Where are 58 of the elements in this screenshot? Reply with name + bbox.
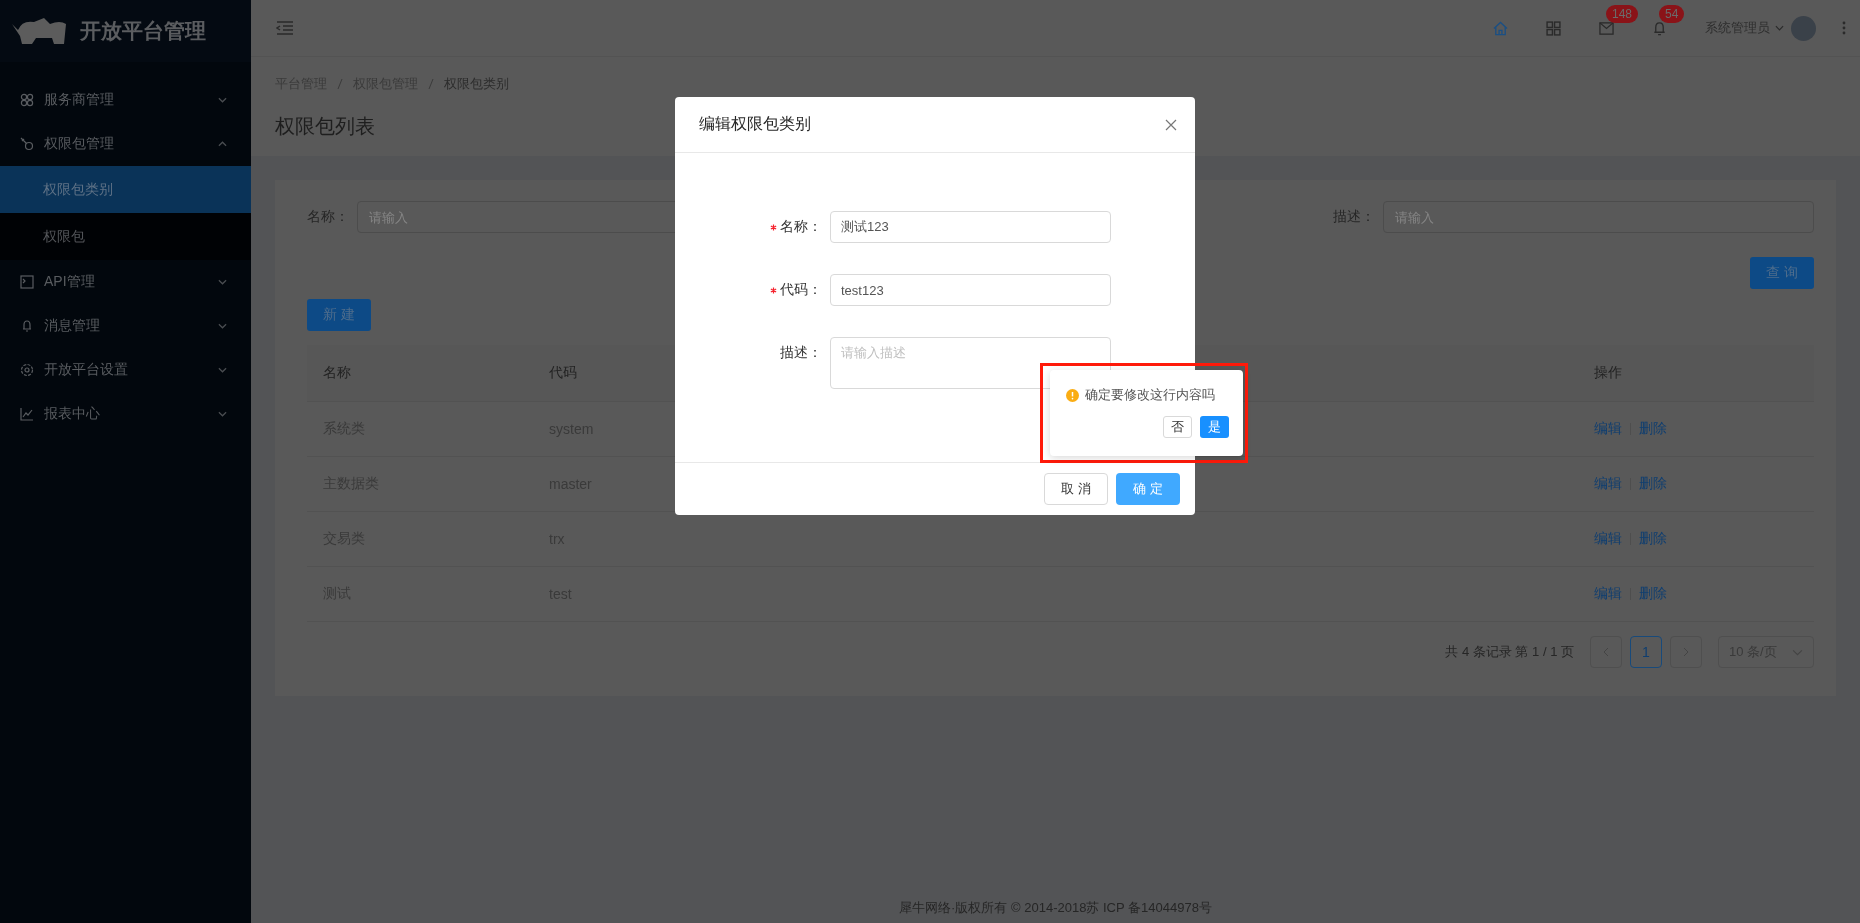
menu-item[interactable]: 权限包管理 <box>0 122 251 166</box>
menu-item[interactable]: 开放平台设置 <box>0 348 251 392</box>
rhino-logo-icon <box>10 16 68 46</box>
mail-icon[interactable] <box>1599 20 1614 36</box>
notification-badge: 54 <box>1659 4 1685 23</box>
action-link[interactable]: 编辑 <box>1594 420 1622 438</box>
menu-icon[interactable] <box>276 21 294 35</box>
menu-label: API管理 <box>44 273 96 291</box>
warning-icon <box>1066 388 1079 402</box>
page-title: 权限包列表 <box>275 114 375 139</box>
action-link[interactable]: 删除 <box>1639 420 1667 438</box>
grid-icon[interactable] <box>1546 20 1561 36</box>
menu-label: 报表中心 <box>44 405 101 423</box>
input-field[interactable]: 测试123 <box>830 211 1111 243</box>
action-link[interactable]: 删除 <box>1639 585 1667 603</box>
home-icon[interactable] <box>1493 20 1508 36</box>
yes-button[interactable]: 是 <box>1200 416 1229 438</box>
menu-label: 权限包管理 <box>44 135 115 153</box>
cancel-button[interactable]: 取 消 <box>1044 473 1108 505</box>
menu-label: 开放平台设置 <box>44 361 129 379</box>
gear-icon <box>20 363 34 377</box>
new-button[interactable]: 新 建 <box>307 299 371 331</box>
menu-item[interactable]: 消息管理 <box>0 304 251 348</box>
notification-badge: 148 <box>1606 4 1639 23</box>
input-field[interactable]: test123 <box>830 274 1111 306</box>
confirm-message: 确定要修改这行内容吗 <box>1085 386 1215 404</box>
app-title: 开放平台管理 <box>80 18 206 44</box>
caret-icon[interactable] <box>1775 25 1784 31</box>
no-button[interactable]: 否 <box>1163 416 1192 438</box>
action-link[interactable]: 删除 <box>1639 475 1667 493</box>
menu-item[interactable]: 报表中心 <box>0 392 251 436</box>
field-label: 描述： <box>780 344 822 362</box>
avatar-icon[interactable] <box>1791 15 1816 41</box>
breadcrumb-separator-icon <box>428 78 434 90</box>
apps-icon <box>20 93 34 107</box>
chart-icon <box>20 407 34 421</box>
action-link[interactable]: 编辑 <box>1594 530 1622 548</box>
dialog-title: 编辑权限包类别 <box>699 114 811 134</box>
more-icon[interactable] <box>1842 21 1846 35</box>
bell-icon[interactable] <box>1652 20 1667 36</box>
query-button[interactable]: 查 询 <box>1750 257 1814 289</box>
submenu-item[interactable]: 权限包 <box>0 213 251 260</box>
breadcrumb-separator-icon <box>337 78 343 90</box>
confirm-button[interactable]: 确 定 <box>1116 473 1180 505</box>
menu-label: 消息管理 <box>44 317 101 335</box>
key-icon <box>20 137 34 151</box>
bell-icon <box>20 319 34 333</box>
submenu-item[interactable]: 权限包类别 <box>0 166 251 213</box>
close-icon[interactable] <box>1165 118 1177 131</box>
menu-item[interactable]: API管理 <box>0 260 251 304</box>
page-button[interactable]: 1 <box>1630 636 1662 668</box>
action-link[interactable]: 编辑 <box>1594 585 1622 603</box>
action-link[interactable]: 编辑 <box>1594 475 1622 493</box>
menu-label: 服务商管理 <box>44 91 115 109</box>
field-label: 代码： <box>780 281 822 299</box>
terminal-icon <box>20 275 34 289</box>
menu-item[interactable]: 服务商管理 <box>0 78 251 122</box>
action-link[interactable]: 删除 <box>1639 530 1667 548</box>
